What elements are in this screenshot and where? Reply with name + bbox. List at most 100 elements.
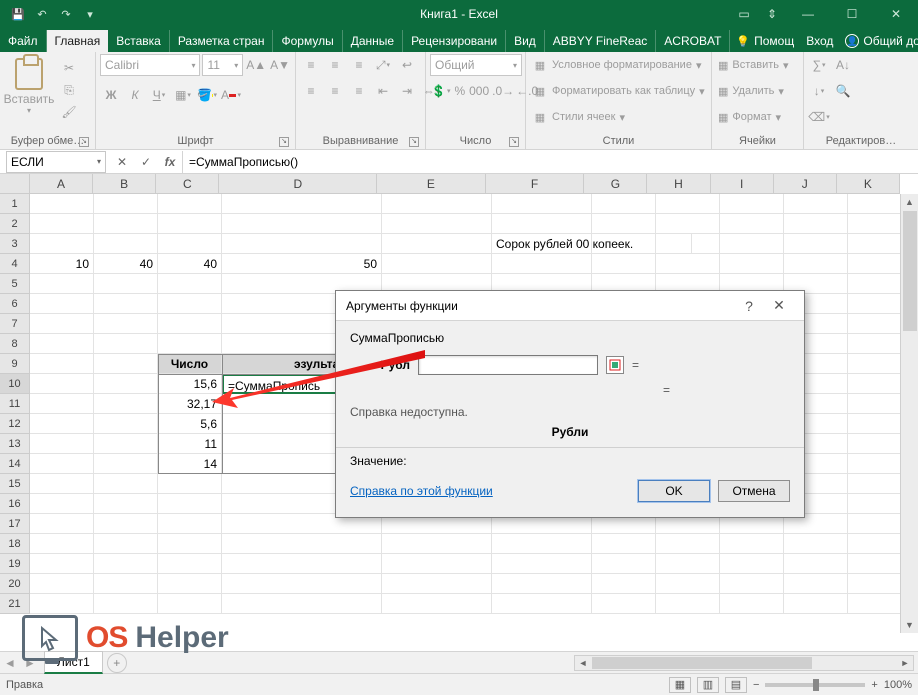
copy-icon[interactable]: ⎘	[58, 80, 80, 100]
inc-decimal-icon[interactable]: .0→	[492, 80, 514, 102]
fill-icon[interactable]: ↓	[808, 80, 830, 102]
fill-color-icon[interactable]: 🪣	[196, 84, 218, 106]
cell-C4[interactable]: 40	[158, 254, 222, 274]
align-middle-icon[interactable]: ≡	[324, 54, 346, 76]
clear-icon[interactable]: ⌫	[808, 106, 830, 128]
row-header-20[interactable]: 20	[0, 574, 29, 594]
col-header-H[interactable]: H	[647, 174, 710, 193]
collapse-dialog-icon[interactable]	[606, 356, 624, 374]
col-header-K[interactable]: K	[837, 174, 900, 193]
sort-icon[interactable]: A↓	[832, 54, 854, 76]
col-header-A[interactable]: A	[30, 174, 93, 193]
align-bottom-icon[interactable]: ≡	[348, 54, 370, 76]
font-color-icon[interactable]: A	[220, 84, 242, 106]
insert-cells-button[interactable]: ▦Вставить▾	[716, 54, 799, 76]
bold-button[interactable]: Ж	[100, 84, 122, 106]
name-box[interactable]: ЕСЛИ▾	[6, 151, 106, 173]
number-format-combo[interactable]: Общий▾	[430, 54, 522, 76]
col-header-J[interactable]: J	[774, 174, 837, 193]
tab-formulas[interactable]: Формулы	[273, 30, 342, 52]
row-header-1[interactable]: 1	[0, 194, 29, 214]
increase-font-icon[interactable]: A▲	[245, 54, 267, 76]
zoom-slider[interactable]	[765, 683, 865, 687]
indent-inc-icon[interactable]: ⇥	[396, 80, 418, 102]
tab-home[interactable]: Главная	[47, 30, 109, 52]
column-headers[interactable]: ABCDEFGHIJK	[30, 174, 900, 194]
format-painter-icon[interactable]: 🖌	[58, 102, 80, 122]
tab-data[interactable]: Данные	[343, 30, 403, 52]
align-center-icon[interactable]: ≡	[324, 80, 346, 102]
cell-styles-button[interactable]: ▦Стили ячеек▾	[530, 106, 707, 128]
row-header-8[interactable]: 8	[0, 334, 29, 354]
underline-button[interactable]: Ч	[148, 84, 170, 106]
page-break-view-icon[interactable]: ▤	[725, 677, 747, 693]
tab-abbyy[interactable]: ABBYY FineReac	[545, 30, 657, 52]
close-button[interactable]: ✕	[874, 0, 918, 28]
row-header-5[interactable]: 5	[0, 274, 29, 294]
number-launcher-icon[interactable]: ↘	[509, 137, 519, 147]
help-icon[interactable]: ⇕	[758, 0, 786, 28]
scroll-down-icon[interactable]: ▼	[902, 617, 918, 633]
cancel-button[interactable]: Отмена	[718, 480, 790, 502]
cell-A4[interactable]: 10	[30, 254, 94, 274]
cut-icon[interactable]: ✂	[58, 58, 80, 78]
conditional-formatting-button[interactable]: ▦Условное форматирование▾	[530, 54, 707, 76]
decrease-font-icon[interactable]: A▼	[269, 54, 291, 76]
orientation-icon[interactable]: ⤢	[372, 54, 394, 76]
row-header-6[interactable]: 6	[0, 294, 29, 314]
row-header-2[interactable]: 2	[0, 214, 29, 234]
row-header-3[interactable]: 3	[0, 234, 29, 254]
row-header-21[interactable]: 21	[0, 594, 29, 614]
clipboard-launcher-icon[interactable]: ↘	[79, 137, 89, 147]
ribbon-options-icon[interactable]: ▭	[730, 0, 758, 28]
alignment-launcher-icon[interactable]: ↘	[409, 137, 419, 147]
tab-insert[interactable]: Вставка	[108, 30, 170, 52]
wrap-text-icon[interactable]: ↩	[396, 54, 418, 76]
font-launcher-icon[interactable]: ↘	[279, 137, 289, 147]
row-header-16[interactable]: 16	[0, 494, 29, 514]
italic-button[interactable]: К	[124, 84, 146, 106]
sheet-nav-prev-icon[interactable]: ◄	[0, 653, 20, 673]
row-header-11[interactable]: 11	[0, 394, 29, 414]
percent-icon[interactable]: %	[453, 80, 466, 102]
dialog-help-link[interactable]: Справка по этой функции	[350, 484, 493, 498]
scroll-up-icon[interactable]: ▲	[902, 194, 918, 210]
v-scroll-thumb[interactable]	[903, 211, 917, 331]
align-right-icon[interactable]: ≡	[348, 80, 370, 102]
comma-icon[interactable]: 000	[468, 80, 490, 102]
font-size-combo[interactable]: 11▾	[202, 54, 243, 76]
fx-icon[interactable]: fx	[158, 151, 182, 173]
tab-file[interactable]: Файл	[0, 30, 47, 52]
formula-input[interactable]: =СуммаПрописью()	[182, 151, 918, 173]
dialog-title-bar[interactable]: Аргументы функции ? ✕	[336, 291, 804, 321]
save-icon[interactable]: 💾	[8, 4, 28, 24]
dialog-close-icon[interactable]: ✕	[764, 292, 794, 320]
minimize-button[interactable]: —	[786, 0, 830, 28]
col-header-G[interactable]: G	[584, 174, 647, 193]
format-as-table-button[interactable]: ▦Форматировать как таблицу▾	[530, 80, 707, 102]
zoom-out-icon[interactable]: −	[753, 679, 759, 691]
col-header-F[interactable]: F	[486, 174, 585, 193]
scroll-right-icon[interactable]: ►	[897, 656, 913, 670]
col-header-E[interactable]: E	[377, 174, 486, 193]
autosum-icon[interactable]: ∑	[808, 54, 830, 76]
qat-customize-icon[interactable]: ▾	[80, 4, 100, 24]
align-left-icon[interactable]: ≡	[300, 80, 322, 102]
tab-layout[interactable]: Разметка стран	[170, 30, 274, 52]
normal-view-icon[interactable]: ▦	[669, 677, 691, 693]
paste-button[interactable]: Вставить ▾	[4, 54, 54, 115]
borders-icon[interactable]: ▦	[172, 84, 194, 106]
cell-D4[interactable]: 50	[222, 254, 382, 274]
col-header-I[interactable]: I	[711, 174, 774, 193]
font-name-combo[interactable]: Calibri▾	[100, 54, 200, 76]
col-header-D[interactable]: D	[219, 174, 377, 193]
enter-formula-icon[interactable]: ✓	[134, 151, 158, 173]
vertical-scrollbar[interactable]: ▲ ▼	[900, 194, 918, 633]
tab-acrobat[interactable]: ACROBAT	[656, 30, 730, 52]
row-header-7[interactable]: 7	[0, 314, 29, 334]
horizontal-scrollbar[interactable]: ◄ ►	[574, 655, 914, 671]
row-header-13[interactable]: 13	[0, 434, 29, 454]
indent-dec-icon[interactable]: ⇤	[372, 80, 394, 102]
tab-share[interactable]: 👤Общий доступ	[839, 30, 918, 52]
row-header-17[interactable]: 17	[0, 514, 29, 534]
